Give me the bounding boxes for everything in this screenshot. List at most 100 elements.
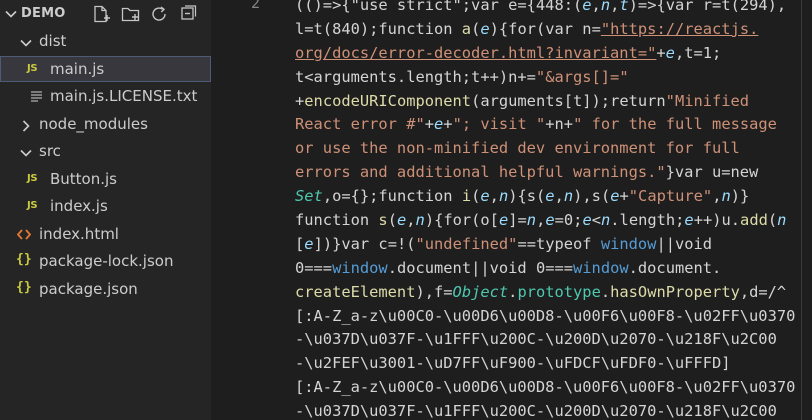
code-token: ,	[536, 211, 546, 230]
code-token: n	[721, 187, 731, 206]
tree-item-label: node_modules	[39, 115, 148, 133]
refresh-icon[interactable]	[150, 5, 170, 23]
tree-file-license-txt[interactable]: main.js.LICENSE.txt	[0, 83, 211, 109]
code-token: e	[684, 211, 694, 230]
js-file-icon: JS	[27, 173, 38, 184]
code-token: ]=	[508, 211, 527, 230]
explorer-actions	[92, 5, 199, 23]
code-token: ++)u.	[693, 211, 741, 230]
js-file-icon: JS	[27, 63, 38, 74]
code-token: ==typeof	[517, 234, 601, 253]
code-token: 0===	[295, 258, 333, 277]
code-token: function	[295, 211, 379, 230]
code-token: or use the non-minified dev environment …	[295, 139, 740, 158]
tree-item-label: package-lock.json	[39, 252, 174, 270]
code-token: ,t=1;	[674, 43, 722, 62]
code-line: l=t(840);function a(e){for(var n="https:…	[295, 18, 812, 42]
tree-file-index-js[interactable]: JS index.js	[0, 193, 211, 219]
code-token: i	[461, 187, 472, 206]
text-file-icon	[31, 91, 42, 102]
code-token: " for the full message	[573, 115, 777, 134]
tree-file-package-json[interactable]: {} package.json	[0, 276, 211, 302]
code-token: (	[387, 211, 397, 230]
tree-item-label: Button.js	[50, 170, 117, 188]
code-token: e	[545, 187, 555, 206]
code-token: prototype	[517, 282, 601, 301]
tree-file-main-js[interactable]: JS main.js	[0, 56, 211, 82]
code-token: +	[424, 115, 435, 134]
code-token: .	[600, 282, 611, 301]
js-file-icon: JS	[27, 200, 38, 211]
code-token: +	[295, 91, 305, 110]
tree-folder-node-modules[interactable]: node_modules	[0, 111, 211, 137]
html-file-icon	[17, 229, 31, 240]
code-token: errors and additional helpful warnings."	[295, 163, 666, 182]
code-token: e	[545, 211, 555, 230]
chevron-down-icon[interactable]	[4, 7, 18, 21]
code-line: function s(e,n){for(o[e]=n,e=0;e<n.lengt…	[295, 209, 812, 233]
line-number: 2	[251, 0, 261, 12]
code-line: createElement),f=Object.prototype.hasOwn…	[295, 281, 812, 305]
code-token: s	[378, 211, 388, 230]
code-token: ||void	[656, 234, 713, 253]
code-editor[interactable]: 2 (()=>{"use strict";var e={448:(e,n,t)=…	[211, 0, 812, 420]
tree-item-label: main.js.LICENSE.txt	[50, 87, 198, 105]
code-token: ])}var c=!(	[313, 234, 416, 253]
code-line: or use the non-minified dev environment …	[295, 137, 812, 161]
code-line: t<arguments.length;t++)n+="&args[]="	[295, 66, 812, 90]
new-file-icon[interactable]	[92, 5, 112, 23]
tree-item-label: index.js	[50, 197, 108, 215]
tree-item-label: main.js	[50, 60, 105, 78]
tree-item-label: dist	[39, 32, 67, 50]
code-line: -\u037D\u037F-\u1FFF\u200C-\u200D\u2070-…	[295, 400, 812, 420]
code-token: a	[461, 19, 472, 38]
tree-file-button-js[interactable]: JS Button.js	[0, 166, 211, 192]
code-token: React error #"	[295, 115, 425, 134]
code-token: -\u037D\u037F-\u1FFF\u200C-\u200D\u2070-…	[295, 330, 777, 349]
code-token: .document.	[628, 258, 722, 277]
code-token: "&args[]="	[535, 67, 629, 86]
code-token: ,o={};function	[322, 187, 462, 206]
code-token: n	[563, 187, 574, 206]
tree-file-package-lock-json[interactable]: {} package-lock.json	[0, 248, 211, 274]
code-token: <	[591, 211, 601, 230]
code-token: ),f=	[415, 282, 453, 301]
code-token: encodeURIComponent	[304, 91, 472, 110]
code-line: React error #"+e+"; visit "+n+" for the …	[295, 113, 812, 137]
tree-file-index-html[interactable]: index.html	[0, 221, 211, 247]
code-content[interactable]: (()=>{"use strict";var e={448:(e,n,t)=>{…	[295, 0, 812, 420]
code-token: }var u=new	[665, 163, 759, 182]
code-token: e	[582, 211, 592, 230]
code-token: (arguments[t]);return	[471, 91, 666, 110]
code-token: ),s(	[573, 187, 611, 206]
code-token: ){for(o[	[424, 211, 499, 230]
tree-folder-src[interactable]: src	[0, 138, 211, 164]
code-line: [:A-Z_a-z\u00C0-\u00D6\u00D8-\u00F6\u00F…	[295, 376, 812, 400]
chevron-down-icon	[20, 39, 32, 47]
code-token: "https://reactjs.	[600, 19, 759, 38]
code-token: +n+	[545, 115, 574, 134]
code-token: window	[600, 234, 657, 253]
chevron-down-icon	[20, 149, 32, 157]
code-token: ,	[610, 0, 620, 14]
project-header[interactable]: DEMO	[0, 0, 211, 28]
tree-folder-dist[interactable]: dist	[0, 28, 211, 54]
code-token: ){for(var n=	[489, 19, 601, 38]
code-token: e	[498, 211, 509, 230]
code-token: "undefined"	[415, 234, 518, 253]
collapse-all-icon[interactable]	[179, 5, 199, 23]
code-token: (	[767, 211, 778, 230]
code-line: [:A-Z_a-z\u00C0-\u00D6\u00D8-\u00F6\u00F…	[295, 305, 812, 329]
new-folder-icon[interactable]	[121, 5, 141, 23]
code-token: e	[480, 187, 490, 206]
code-token: add	[740, 211, 768, 230]
code-line: (()=>{"use strict";var e={448:(e,n,t)=>{…	[295, 0, 812, 18]
tree-item-label: src	[39, 142, 61, 160]
code-token: Set	[295, 187, 323, 206]
code-token: -\u037D\u037F-\u1FFF\u200C-\u200D\u2070-…	[295, 402, 777, 420]
code-token: (()=>{"use strict";var e={448:(	[295, 0, 583, 14]
explorer-sidebar: DEMO dist JS main.js main.js.LICENSE.txt…	[0, 0, 211, 420]
code-line: org/docs/error-decoder.html?invariant="+…	[295, 42, 812, 66]
code-line: +encodeURIComponent(arguments[t]);return…	[295, 90, 812, 114]
code-line: -\u037D\u037F-\u1FFF\u200C-\u200D\u2070-…	[295, 328, 812, 352]
